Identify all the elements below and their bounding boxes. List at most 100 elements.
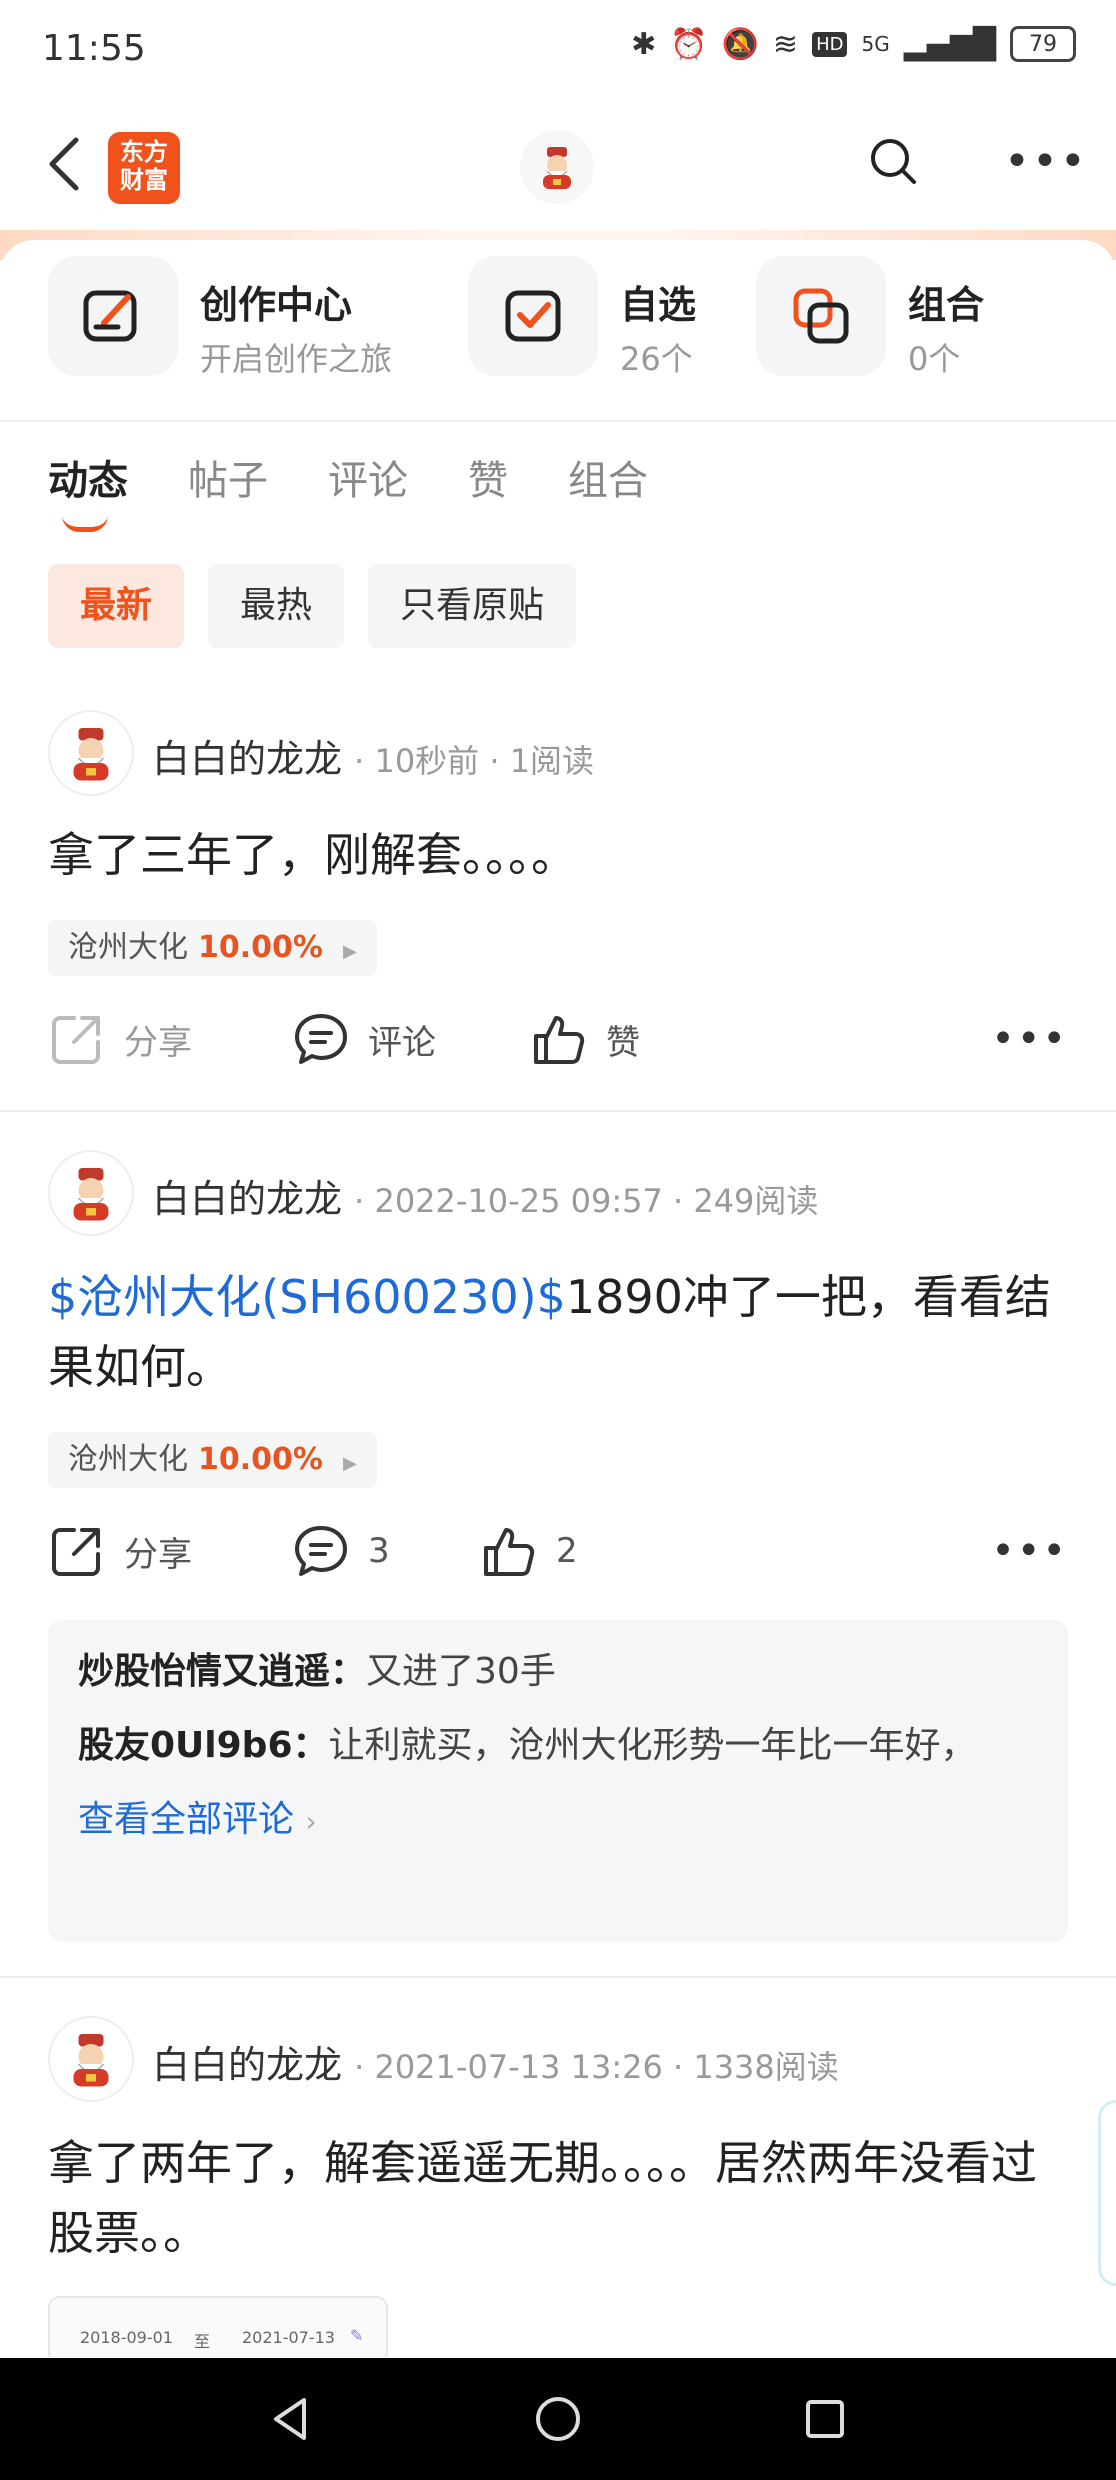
pencil-icon: ✎ xyxy=(350,2326,364,2345)
post-content[interactable]: 拿了三年了，刚解套。。。。 xyxy=(48,820,1068,890)
watchlist-title: 自选 xyxy=(620,283,697,327)
post-more-icon[interactable]: ••• xyxy=(991,1016,1068,1062)
avatar[interactable] xyxy=(520,130,594,204)
share-icon xyxy=(52,1528,100,1576)
stock-link[interactable]: $沧州大化(SH600230)$ xyxy=(48,1270,566,1324)
view-all-label: 查看全部评论 xyxy=(78,1799,295,1840)
like-count: 2 xyxy=(556,1531,578,1571)
post-meta: · 10秒前 · 1阅读 xyxy=(354,742,595,780)
filter-latest[interactable]: 最新 xyxy=(48,564,185,648)
post-author[interactable]: 白白的龙龙 xyxy=(152,1177,342,1221)
filter-hottest[interactable]: 最热 xyxy=(208,564,345,648)
portfolio-icon xyxy=(756,256,886,376)
post-more-icon[interactable]: ••• xyxy=(991,1528,1068,1574)
status-icons: ✱ ⏰ 🔕 ≋ HD 5G ▂▄▆█ 79 xyxy=(631,26,1076,62)
play-arrow-icon: ▶ xyxy=(342,1453,357,1474)
checkbox-icon xyxy=(468,256,598,376)
stock-change: 10.00% xyxy=(198,1442,323,1477)
avatar[interactable] xyxy=(48,710,134,796)
portfolio-title: 组合 xyxy=(908,283,985,327)
status-time: 11:55 xyxy=(42,28,146,69)
nav-home-icon[interactable] xyxy=(533,2394,583,2444)
post-content[interactable]: $沧州大化(SH600230)$1890冲了一把，看看结果如何。 xyxy=(48,1262,1068,1402)
comment-button[interactable]: 3 xyxy=(292,1522,390,1580)
status-bar: 11:55 ✱ ⏰ 🔕 ≋ HD 5G ▂▄▆█ 79 xyxy=(0,0,1116,100)
nav-back-icon[interactable] xyxy=(266,2394,316,2444)
comment-count: 3 xyxy=(368,1531,390,1571)
view-all-comments-link[interactable]: 查看全部评论 › xyxy=(78,1790,1038,1852)
fortune-god-avatar-icon xyxy=(543,147,571,189)
comment-text: 又进了30手 xyxy=(366,1651,556,1692)
stock-tag[interactable]: 沧州大化 10.00% ▶ xyxy=(48,920,377,976)
tab-portfolios[interactable]: 组合 xyxy=(568,448,648,506)
post-divider xyxy=(0,1976,1116,1978)
comment-icon xyxy=(295,1014,347,1064)
post-author-line: 白白的龙龙 · 2022-10-25 09:57 · 249阅读 xyxy=(152,1168,818,1223)
battery-indicator: 79 xyxy=(1010,26,1076,62)
filter-original-only[interactable]: 只看原贴 xyxy=(368,564,577,648)
post-meta: · 2021-07-13 13:26 · 1338阅读 xyxy=(354,2048,839,2086)
search-icon[interactable] xyxy=(868,136,918,186)
post-divider xyxy=(0,1110,1116,1112)
commenter-name[interactable]: 股友0Ul9b6： xyxy=(78,1725,329,1766)
portfolio-count: 0个 xyxy=(908,340,961,378)
comment-preview-item[interactable]: 股友0Ul9b6：让利就买，沧州大化形势一年比一年好， xyxy=(78,1716,1038,1776)
tab-posts[interactable]: 帖子 xyxy=(188,448,268,506)
share-button[interactable]: 分享 xyxy=(48,1522,192,1580)
tab-likes[interactable]: 赞 xyxy=(468,448,508,506)
like-button[interactable]: 赞 xyxy=(530,1010,640,1068)
network-label: 5G xyxy=(861,32,890,56)
comment-label: 评论 xyxy=(368,1022,436,1063)
wifi-icon: ≋ xyxy=(772,26,799,62)
comment-preview-box: 炒股怡情又逍遥：又进了30手 股友0Ul9b6：让利就买，沧州大化形势一年比一年… xyxy=(48,1620,1068,1942)
hd-badge: HD xyxy=(812,31,848,57)
post-author[interactable]: 白白的龙龙 xyxy=(152,2043,342,2087)
stock-name: 沧州大化 xyxy=(68,930,188,965)
share-label: 分享 xyxy=(124,1022,192,1063)
stock-name: 沧州大化 xyxy=(68,1442,188,1477)
comment-text: 让利就买，沧州大化形势一年比一年好， xyxy=(328,1725,977,1766)
watchlist-count: 26个 xyxy=(620,340,693,378)
mute-icon: 🔕 xyxy=(721,26,759,62)
avatar[interactable] xyxy=(48,2016,134,2102)
top-header: 东方 财富 ••• xyxy=(0,100,1116,230)
post-image-thumbnail[interactable]: 2018-09-01 至 2021-07-13 ✎ xyxy=(48,2296,388,2364)
system-nav-bar xyxy=(0,2358,1116,2480)
sort-filters: 最新 最热 只看原贴 xyxy=(48,564,577,648)
creation-center-subtitle: 开启创作之旅 xyxy=(200,340,393,378)
thumbs-up-icon xyxy=(484,1528,535,1576)
thumb-start-date: 2018-09-01 xyxy=(80,2328,173,2347)
like-label: 赞 xyxy=(606,1022,640,1063)
signal-icon: ▂▄▆█ xyxy=(903,26,996,62)
share-button[interactable]: 分享 xyxy=(48,1010,192,1068)
comment-icon xyxy=(295,1526,347,1576)
nav-recents-icon[interactable] xyxy=(800,2394,850,2444)
tab-comments[interactable]: 评论 xyxy=(328,448,408,506)
share-icon xyxy=(52,1016,100,1064)
back-arrow-icon xyxy=(49,137,79,191)
post-actions: 分享 3 2 ••• xyxy=(48,1522,1068,1592)
bluetooth-icon: ✱ xyxy=(631,26,657,62)
play-arrow-icon: ▶ xyxy=(342,941,357,962)
comment-button[interactable]: 评论 xyxy=(292,1010,436,1068)
more-options-icon[interactable]: ••• xyxy=(1004,136,1088,187)
fortune-god-avatar-icon xyxy=(73,728,109,781)
post-author[interactable]: 白白的龙龙 xyxy=(152,737,342,781)
post-actions: 分享 评论 赞 ••• xyxy=(48,1010,1068,1080)
stock-change: 10.00% xyxy=(198,930,323,965)
post-author-line: 白白的龙龙 · 10秒前 · 1阅读 xyxy=(152,728,594,783)
commenter-name[interactable]: 炒股怡情又逍遥： xyxy=(78,1651,366,1692)
post-meta: · 2022-10-25 09:57 · 249阅读 xyxy=(354,1182,819,1220)
content-tabs: 动态 帖子 评论 赞 组合 xyxy=(48,448,648,532)
like-button[interactable]: 2 xyxy=(480,1522,578,1580)
post-content[interactable]: 拿了两年了，解套遥遥无期。。。。居然两年没看过股票。。 xyxy=(48,2128,1068,2268)
share-label: 分享 xyxy=(124,1534,192,1575)
avatar[interactable] xyxy=(48,1150,134,1236)
fortune-god-avatar-icon xyxy=(73,1168,109,1221)
thumb-end-date: 2021-07-13 xyxy=(242,2328,335,2347)
back-button[interactable] xyxy=(44,134,84,203)
comment-preview-item[interactable]: 炒股怡情又逍遥：又进了30手 xyxy=(78,1642,1038,1702)
tab-activity[interactable]: 动态 xyxy=(48,448,128,532)
floating-edge-tab[interactable] xyxy=(1098,2100,1116,2286)
stock-tag[interactable]: 沧州大化 10.00% ▶ xyxy=(48,1432,377,1488)
